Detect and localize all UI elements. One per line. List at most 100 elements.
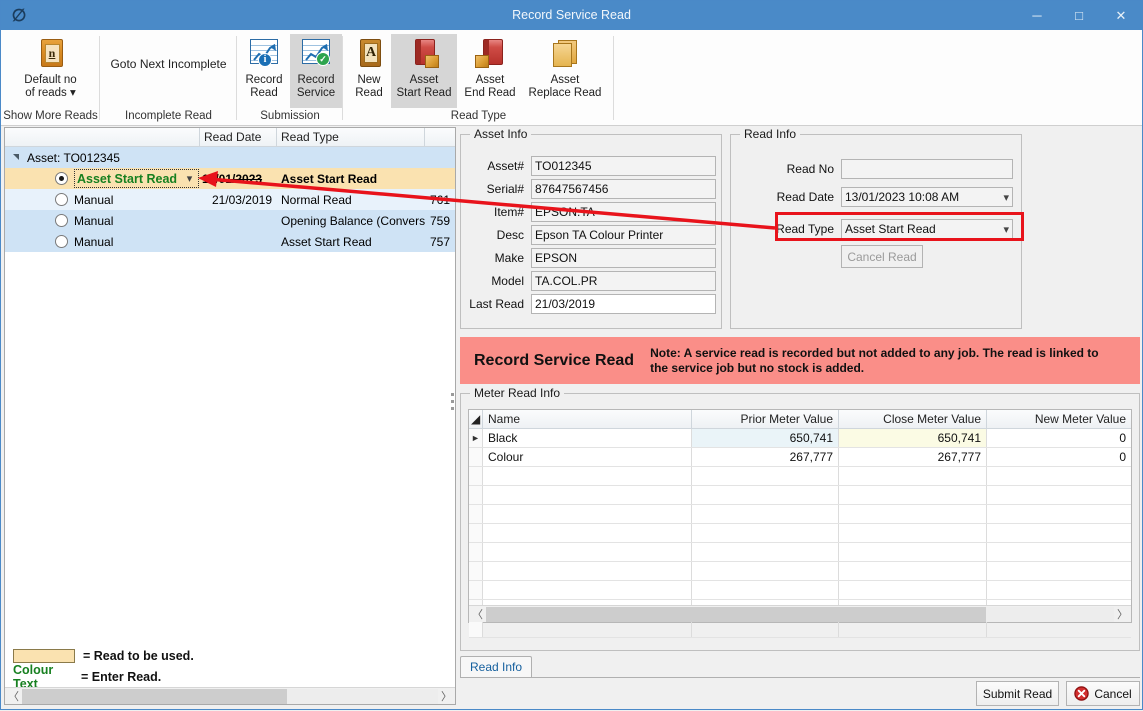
read-source-combo[interactable]: Asset Start Read ▾ [74,169,199,188]
cell-empty[interactable] [483,524,692,542]
cell-empty[interactable] [483,562,692,580]
row-radio[interactable] [55,193,68,206]
tree-col-header-read-date[interactable]: Read Date [200,128,277,146]
scroll-left-icon[interactable]: 〈 [469,606,486,622]
tab-read-info[interactable]: Read Info [460,656,532,678]
cell-new[interactable]: 0 [987,448,1131,466]
cell-empty[interactable] [692,467,839,485]
cell-empty[interactable] [987,581,1131,599]
tree-col-header[interactable] [5,128,200,146]
table-row-empty[interactable] [469,486,1131,505]
cell-empty[interactable] [839,562,987,580]
goto-next-incomplete-button[interactable]: Goto Next Incomplete [102,34,236,108]
table-row[interactable]: Manual Asset Start Read 757 [5,231,455,252]
model-field[interactable]: TA.COL.PR [531,271,716,291]
cell-empty[interactable] [483,486,692,504]
cell-empty[interactable] [483,581,692,599]
table-row[interactable]: Manual 21/03/2019 Normal Read 761 [5,189,455,210]
last-read-field[interactable]: 21/03/2019 [531,294,716,314]
asset-end-read-button[interactable]: Asset End Read [457,34,523,108]
default-no-of-reads-button[interactable]: n Default no of reads ▾ [5,34,97,108]
cell-empty[interactable] [692,543,839,561]
cell-empty[interactable] [839,467,987,485]
scroll-track[interactable] [486,607,1114,622]
asset-number-field[interactable]: TO012345 [531,156,716,176]
table-row-empty[interactable] [469,467,1131,486]
tree-horizontal-scrollbar[interactable]: 〈 〉 [5,687,455,704]
book-a-icon: A [351,37,387,71]
row-radio[interactable] [55,172,68,185]
serial-number-field[interactable]: 87647567456 [531,179,716,199]
minimize-button[interactable]: ─ [1016,1,1058,30]
cell-empty[interactable] [839,524,987,542]
scroll-right-icon[interactable]: 〉 [1114,606,1131,622]
col-name[interactable]: Name [483,410,692,428]
scroll-right-icon[interactable]: 〉 [438,688,455,704]
legend-swatch-text: = Read to be used. [83,649,194,663]
chevron-down-icon[interactable]: ▾ [183,172,196,185]
scroll-left-icon[interactable]: 〈 [5,688,22,704]
tree-group-row[interactable]: Asset: TO012345 [5,147,455,168]
submit-read-button[interactable]: Submit Read [976,681,1059,706]
meter-table-horizontal-scrollbar[interactable]: 〈 〉 [469,605,1131,622]
cell-empty[interactable] [987,505,1131,523]
col-new-meter-value[interactable]: New Meter Value [987,410,1131,428]
table-row-empty[interactable] [469,505,1131,524]
cancel-read-button[interactable]: Cancel Read [841,245,923,268]
title-bar: ∅ Record Service Read ─ □ ✕ [1,1,1142,30]
tree-group-label: Asset: TO012345 [27,151,120,165]
row-radio[interactable] [55,214,68,227]
cell-empty[interactable] [839,543,987,561]
row-indicator [469,505,483,523]
cell-empty[interactable] [987,467,1131,485]
cell-empty[interactable] [483,467,692,485]
asset-start-read-button[interactable]: Asset Start Read [391,34,457,108]
table-row[interactable]: ► Black 650,741 650,741 0 [469,429,1131,448]
make-field[interactable]: EPSON [531,248,716,268]
cell-empty[interactable] [483,505,692,523]
description-field[interactable]: Epson TA Colour Printer [531,225,716,245]
cell-empty[interactable] [839,486,987,504]
close-button[interactable]: ✕ [1100,1,1142,30]
table-row[interactable]: Colour 267,777 267,777 0 [469,448,1131,467]
scroll-thumb[interactable] [486,607,986,622]
cell-empty[interactable] [692,581,839,599]
asset-replace-read-button[interactable]: Asset Replace Read [523,34,607,108]
cell-empty[interactable] [692,486,839,504]
maximize-button[interactable]: □ [1058,1,1100,30]
table-row[interactable]: Manual Opening Balance (Conversion) 759 [5,210,455,231]
cancel-button[interactable]: Cancel [1066,681,1140,706]
table-row-empty[interactable] [469,562,1131,581]
record-service-button[interactable]: ✓ Record Service [290,34,342,108]
expand-collapse-icon[interactable] [11,151,24,164]
cell-empty[interactable] [483,543,692,561]
cell-empty[interactable] [987,562,1131,580]
cell-empty[interactable] [987,486,1131,504]
cell-empty[interactable] [692,524,839,542]
tree-col-header-read-type[interactable]: Read Type [277,128,425,146]
item-number-field[interactable]: EPSON.TA [531,202,716,222]
scroll-track[interactable] [22,689,438,704]
row-radio[interactable] [55,235,68,248]
cell-empty[interactable] [987,543,1131,561]
table-row-empty[interactable] [469,543,1131,562]
new-read-button[interactable]: A New Read [347,34,391,108]
cell-empty[interactable] [839,505,987,523]
vertical-splitter[interactable] [451,393,455,414]
cell-empty[interactable] [692,562,839,580]
scroll-thumb[interactable] [22,689,287,704]
read-date-combo[interactable]: 13/01/2023 10:08 AM ▾ [841,187,1013,207]
table-row[interactable]: Asset Start Read ▾ 13/01/2023 Asset Star… [5,168,455,189]
col-prior-meter-value[interactable]: Prior Meter Value [692,410,839,428]
chevron-down-icon[interactable]: ▾ [999,191,1009,204]
table-row-empty[interactable] [469,581,1131,600]
cell-empty[interactable] [692,505,839,523]
cell-empty[interactable] [987,524,1131,542]
read-no-field[interactable] [841,159,1013,179]
record-read-button[interactable]: i Record Read [238,34,290,108]
cell-new[interactable]: 0 [987,429,1131,447]
col-close-meter-value[interactable]: Close Meter Value [839,410,987,428]
tree-col-header[interactable] [425,128,455,146]
cell-empty[interactable] [839,581,987,599]
table-row-empty[interactable] [469,524,1131,543]
